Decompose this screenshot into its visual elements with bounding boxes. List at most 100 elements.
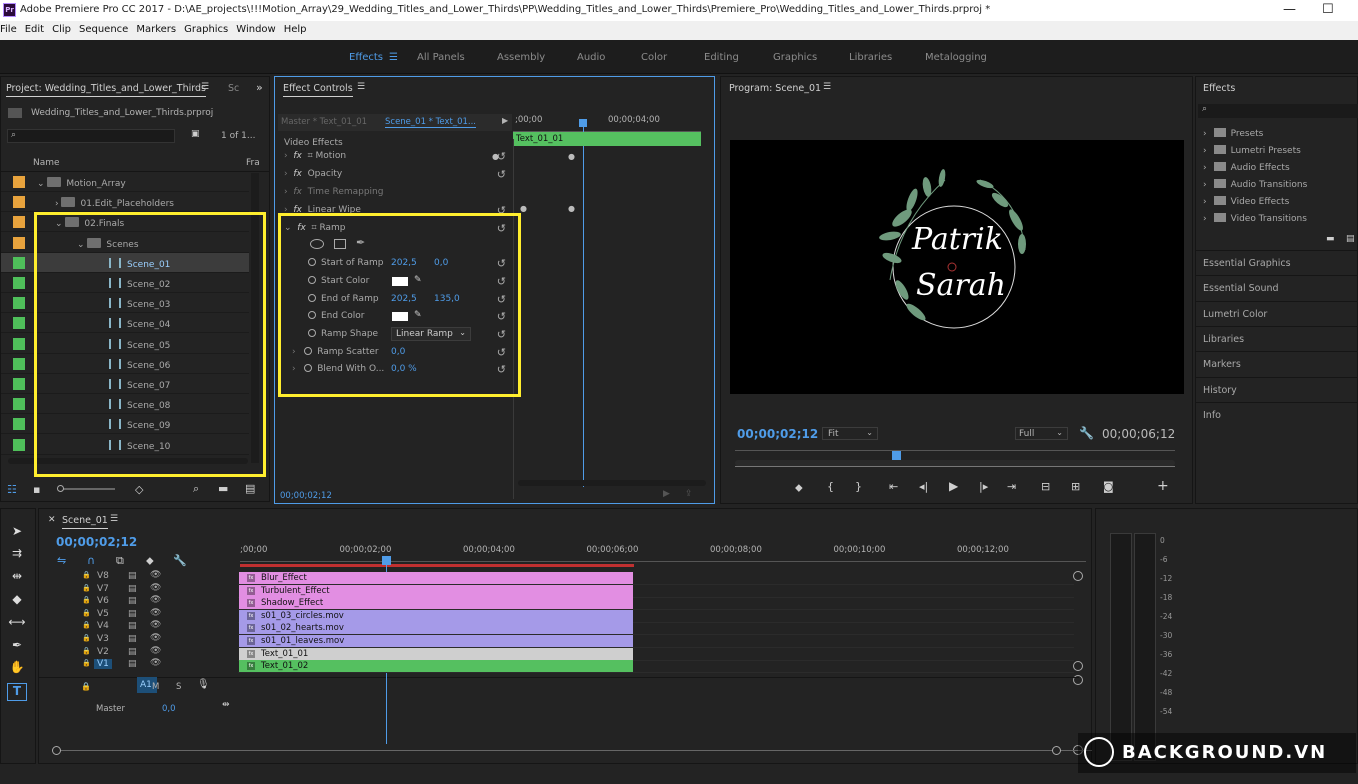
- lock-icon[interactable]: 🔒: [82, 647, 91, 655]
- workspace-tab-audio[interactable]: Audio: [577, 52, 605, 63]
- track-label[interactable]: V5: [94, 609, 112, 619]
- panel-tab-essential-sound[interactable]: Essential Sound: [1196, 275, 1358, 300]
- timeline-clip[interactable]: fx Blur_Effect: [239, 572, 633, 584]
- workspace-menu-icon[interactable]: ☰: [389, 52, 398, 63]
- chevron-down-icon[interactable]: ⌄: [37, 179, 47, 189]
- panel-menu-icon[interactable]: ☰: [110, 514, 118, 524]
- label-color-swatch[interactable]: [13, 438, 25, 451]
- add-marker-icon[interactable]: ⬥: [795, 481, 803, 495]
- scroll-handle-right[interactable]: [1052, 746, 1061, 755]
- effects-bin-audio-transitions[interactable]: › Audio Transitions: [1203, 179, 1307, 190]
- workspace-tab-metalogging[interactable]: Metalogging: [925, 52, 987, 63]
- label-color-swatch[interactable]: [13, 216, 25, 229]
- export-frame-icon[interactable]: ◙: [1103, 480, 1114, 493]
- find-icon[interactable]: ⌕: [193, 482, 199, 496]
- track-select-icon[interactable]: ⇉: [7, 546, 27, 564]
- label-color-swatch[interactable]: [13, 297, 25, 310]
- label-color-swatch[interactable]: [13, 378, 25, 390]
- track-label[interactable]: V2: [94, 647, 112, 657]
- new-bin-button[interactable]: ▬: [218, 482, 228, 495]
- ec-playhead[interactable]: [579, 119, 587, 127]
- sync-lock-icon[interactable]: ▤: [128, 571, 137, 581]
- menu-graphics[interactable]: Graphics: [184, 21, 232, 35]
- v-scroll-top[interactable]: [1073, 571, 1083, 581]
- lift-icon[interactable]: ⊟: [1041, 480, 1050, 493]
- lock-icon[interactable]: 🔒: [82, 596, 91, 604]
- mark-out-icon[interactable]: }: [855, 480, 862, 493]
- project-search-input[interactable]: ⌕: [7, 129, 175, 143]
- panel-tab-markers[interactable]: Markers: [1196, 351, 1358, 376]
- timeline-clip[interactable]: fx Text_01_02: [239, 660, 633, 673]
- timeline-tab[interactable]: Scene_01: [62, 515, 108, 529]
- go-to-edit-icon[interactable]: ⇹: [222, 700, 230, 710]
- sync-lock-icon[interactable]: ▤: [128, 634, 137, 644]
- ec-play-audio-icon[interactable]: ▶: [663, 489, 670, 499]
- type-tool-icon[interactable]: T: [7, 683, 27, 701]
- nest-icon[interactable]: ⇋: [57, 554, 66, 567]
- keyframe-marker[interactable]: ●: [492, 152, 499, 161]
- resolution-dropdown[interactable]: Full ⌄: [1015, 427, 1068, 440]
- menu-file[interactable]: File: [0, 21, 21, 35]
- go-to-in-icon[interactable]: ⇤: [889, 480, 898, 493]
- program-video-frame[interactable]: Patrik Sarah: [730, 140, 1184, 394]
- workspace-tab-editing[interactable]: Editing: [704, 52, 739, 63]
- panel-menu-icon[interactable]: ☰: [823, 82, 831, 92]
- eye-icon[interactable]: 👁: [150, 633, 161, 643]
- effects-bin-video-transitions[interactable]: › Video Transitions: [1203, 213, 1307, 224]
- time-remapping-row[interactable]: › fx Time Remapping: [278, 185, 512, 202]
- panel-overflow-icon[interactable]: »: [256, 81, 263, 94]
- timeline-clip[interactable]: fx Text_01_01: [239, 647, 633, 660]
- snap-icon[interactable]: ∩: [87, 554, 95, 567]
- panel-tab-info[interactable]: Info: [1196, 401, 1358, 427]
- label-color-swatch[interactable]: [13, 337, 25, 350]
- mic-icon[interactable]: 🎙: [197, 679, 210, 690]
- eye-icon[interactable]: 👁: [150, 620, 161, 630]
- program-timecode[interactable]: 00;00;02;12: [737, 427, 818, 441]
- slip-tool-icon[interactable]: ⟷: [7, 615, 27, 633]
- mute-button[interactable]: M: [152, 682, 159, 692]
- go-to-out-icon[interactable]: ⇥: [1007, 480, 1016, 493]
- timeline-clip[interactable]: fx s01_02_hearts.mov: [239, 622, 633, 635]
- reset-icon[interactable]: ↺: [497, 168, 506, 181]
- ec-clip-bar[interactable]: Text_01_01: [513, 132, 701, 146]
- menu-markers[interactable]: Markers: [136, 21, 180, 35]
- track-label[interactable]: V1: [94, 659, 112, 670]
- pen-tool-icon[interactable]: ✒: [7, 638, 27, 656]
- label-color-swatch[interactable]: [13, 236, 25, 249]
- label-color-swatch[interactable]: [13, 398, 25, 411]
- lock-icon[interactable]: 🔒: [82, 609, 91, 617]
- keyframe-marker[interactable]: ●: [520, 204, 527, 213]
- workspace-tab-effects[interactable]: Effects: [349, 52, 383, 63]
- effects-search-input[interactable]: ⌕: [1198, 104, 1358, 118]
- step-forward-icon[interactable]: |▸: [979, 480, 988, 493]
- new-bin-icon[interactable]: ▬: [1326, 234, 1335, 244]
- zoom-slider[interactable]: [57, 485, 115, 492]
- selection-tool-icon[interactable]: ➤: [7, 524, 27, 542]
- ripple-edit-icon[interactable]: ⇹: [7, 569, 27, 587]
- effects-bin-video-effects[interactable]: › Video Effects: [1203, 196, 1289, 207]
- fit-dropdown[interactable]: Fit ⌄: [822, 427, 878, 440]
- label-color-swatch[interactable]: [13, 176, 25, 188]
- mark-in-icon[interactable]: {: [827, 480, 834, 493]
- program-scrubber[interactable]: [735, 466, 1175, 467]
- project-item[interactable]: › 01.Edit_Placeholders: [1, 192, 249, 213]
- panel-tab-lumetri-color[interactable]: Lumetri Color: [1196, 300, 1358, 326]
- effects-bin-lumetri-presets[interactable]: › Lumetri Presets: [1203, 145, 1301, 156]
- maximize-icon[interactable]: ☐: [1322, 2, 1334, 17]
- menu-edit[interactable]: Edit: [25, 21, 48, 35]
- workspace-tab-libraries[interactable]: Libraries: [849, 52, 892, 63]
- add-marker-icon[interactable]: ⬥: [146, 554, 154, 568]
- timeline-timecode[interactable]: 00;00;02;12: [56, 535, 137, 549]
- icon-view-icon[interactable]: ▪: [33, 483, 40, 496]
- timeline-clip[interactable]: fx Turbulent_Effect: [239, 584, 633, 597]
- timeline-hscrollbar[interactable]: [52, 750, 1092, 751]
- lock-icon[interactable]: 🔒: [82, 634, 91, 642]
- work-area-bar[interactable]: [240, 564, 634, 567]
- label-color-swatch[interactable]: [13, 277, 25, 289]
- sync-lock-icon[interactable]: ▤: [128, 647, 137, 657]
- label-color-swatch[interactable]: [13, 418, 25, 431]
- sequence-clip-label[interactable]: Scene_01 * Text_01...: [385, 117, 476, 128]
- minimize-icon[interactable]: —: [1283, 2, 1296, 17]
- lock-icon[interactable]: 🔒: [81, 682, 91, 691]
- linked-selection-icon[interactable]: ⧉: [116, 554, 124, 568]
